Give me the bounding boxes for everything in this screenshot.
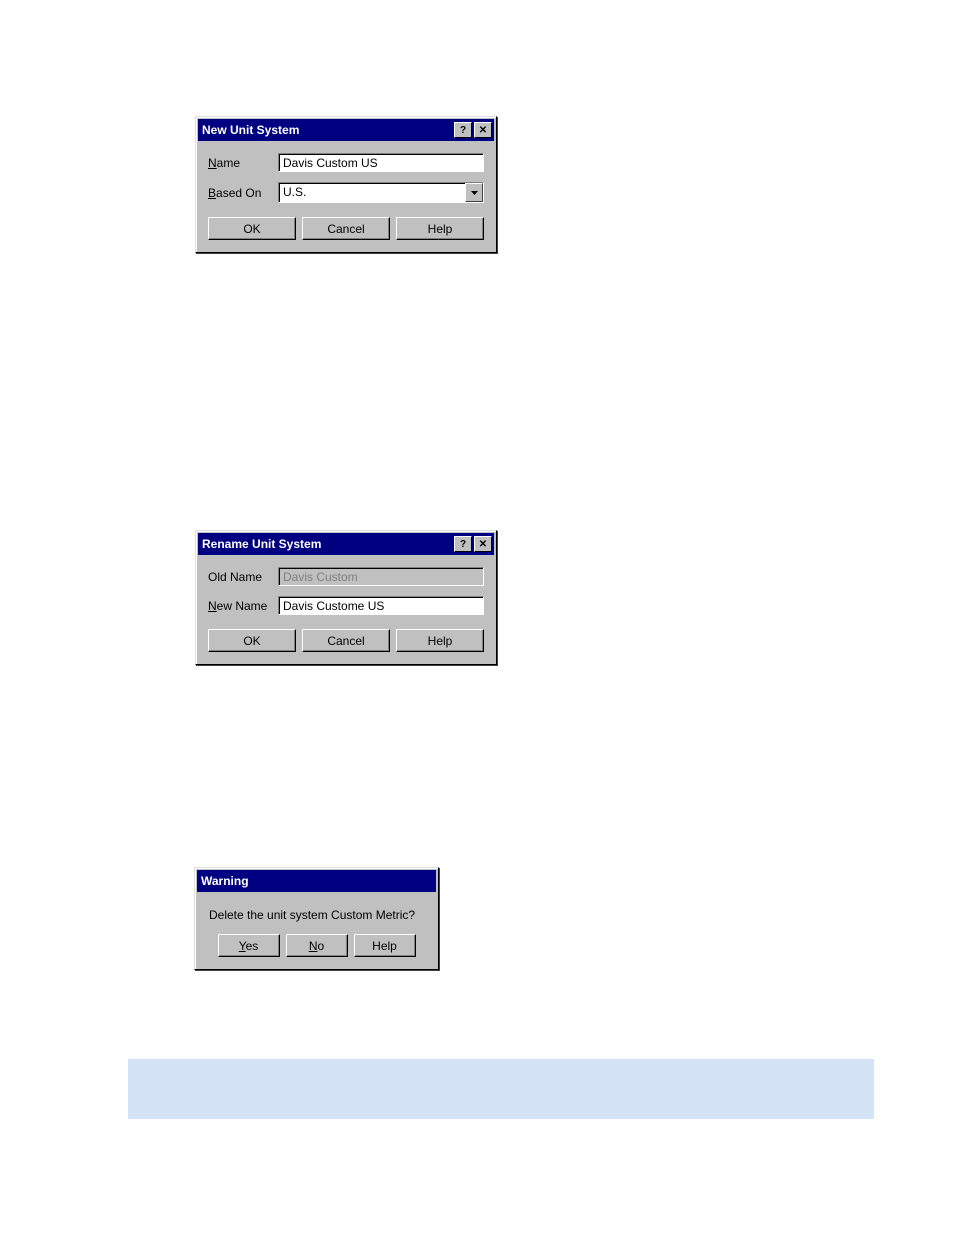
chevron-down-icon[interactable] bbox=[465, 183, 483, 202]
ok-button[interactable]: OK bbox=[208, 217, 296, 240]
new-name-input[interactable] bbox=[278, 596, 484, 615]
close-icon[interactable]: ✕ bbox=[474, 536, 492, 552]
new-unit-system-dialog: New Unit System ? ✕ Name Based On U.S. O… bbox=[195, 116, 497, 253]
dialog-body: Old Name New Name OK Cancel Help bbox=[196, 557, 496, 664]
warning-message: Delete the unit system Custom Metric? bbox=[207, 904, 426, 924]
button-row: OK Cancel Help bbox=[208, 625, 484, 652]
based-on-row: Based On U.S. bbox=[208, 182, 484, 203]
footer-band bbox=[128, 1059, 874, 1119]
old-name-label: Old Name bbox=[208, 570, 278, 584]
rename-unit-system-dialog: Rename Unit System ? ✕ Old Name New Name… bbox=[195, 530, 497, 665]
no-button[interactable]: No bbox=[286, 934, 348, 957]
button-row: OK Cancel Help bbox=[208, 213, 484, 240]
help-button[interactable]: Help bbox=[396, 629, 484, 652]
based-on-label: Based On bbox=[208, 186, 278, 200]
dialog-body: Name Based On U.S. OK Cancel Help bbox=[196, 143, 496, 252]
name-row: Name bbox=[208, 153, 484, 172]
name-label: Name bbox=[208, 156, 278, 170]
help-icon[interactable]: ? bbox=[454, 122, 472, 138]
yes-button[interactable]: Yes bbox=[218, 934, 280, 957]
based-on-value: U.S. bbox=[279, 183, 465, 202]
old-name-field bbox=[278, 567, 484, 586]
dialog-title: Rename Unit System bbox=[202, 537, 452, 551]
old-name-row: Old Name bbox=[208, 567, 484, 586]
warning-dialog: Warning Delete the unit system Custom Me… bbox=[194, 867, 439, 970]
ok-button[interactable]: OK bbox=[208, 629, 296, 652]
close-icon[interactable]: ✕ bbox=[474, 122, 492, 138]
dialog-title: Warning bbox=[201, 874, 434, 888]
new-name-row: New Name bbox=[208, 596, 484, 615]
dialog-title: New Unit System bbox=[202, 123, 452, 137]
cancel-button[interactable]: Cancel bbox=[302, 629, 390, 652]
title-bar: Warning bbox=[197, 870, 436, 892]
help-button[interactable]: Help bbox=[396, 217, 484, 240]
help-button[interactable]: Help bbox=[354, 934, 416, 957]
title-bar: Rename Unit System ? ✕ bbox=[198, 533, 494, 555]
cancel-button[interactable]: Cancel bbox=[302, 217, 390, 240]
button-row: Yes No Help bbox=[207, 934, 426, 957]
new-name-label: New Name bbox=[208, 599, 278, 613]
name-input[interactable] bbox=[278, 153, 484, 172]
help-icon[interactable]: ? bbox=[454, 536, 472, 552]
based-on-select[interactable]: U.S. bbox=[278, 182, 484, 203]
title-bar: New Unit System ? ✕ bbox=[198, 119, 494, 141]
dialog-body: Delete the unit system Custom Metric? Ye… bbox=[195, 894, 438, 969]
